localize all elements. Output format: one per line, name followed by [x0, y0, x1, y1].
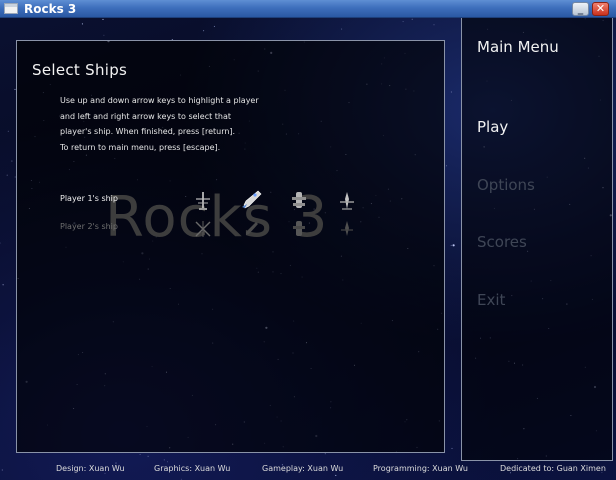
window-app-icon	[4, 3, 18, 14]
star	[7, 130, 9, 132]
credit-dedication: Dedicated to: Guan Ximen	[500, 464, 606, 473]
star	[341, 28, 343, 30]
star	[213, 25, 215, 27]
instruction-line: and left and right arrow keys to select …	[60, 111, 232, 121]
player-2-ship-label[interactable]: Player 2's ship	[60, 222, 118, 231]
star	[450, 91, 452, 93]
game-screen: Select Ships Use up and down arrow keys …	[0, 18, 616, 480]
star	[411, 18, 413, 20]
instructions-text: Use up and down arrow keys to highlight …	[60, 93, 320, 155]
credit-graphics: Graphics: Xuan Wu	[154, 464, 231, 473]
close-button[interactable]: ✕	[592, 2, 609, 16]
panel-title: Select Ships	[32, 61, 128, 79]
ship-b-icon[interactable]	[240, 188, 262, 210]
star	[104, 472, 106, 474]
star	[11, 160, 13, 162]
star	[451, 447, 453, 449]
ship-a-icon[interactable]	[192, 218, 214, 240]
star	[1, 469, 3, 471]
star	[81, 23, 83, 25]
star	[103, 34, 105, 36]
ship-d-icon[interactable]	[336, 190, 358, 212]
ship-b-icon[interactable]	[240, 218, 262, 240]
star	[2, 284, 4, 286]
menu-item-play[interactable]: Play	[477, 118, 508, 136]
star	[0, 242, 1, 244]
menu-item-exit[interactable]: Exit	[477, 291, 505, 309]
main-menu-title: Main Menu	[477, 38, 559, 56]
menu-item-scores[interactable]: Scores	[477, 233, 527, 251]
star	[402, 21, 404, 23]
credit-gameplay: Gameplay: Xuan Wu	[262, 464, 344, 473]
star	[166, 461, 169, 463]
credit-programming: Programming: Xuan Wu	[373, 464, 468, 473]
star	[445, 165, 448, 167]
ship-a-icon[interactable]	[192, 190, 214, 212]
ship-c-icon[interactable]	[288, 218, 310, 240]
ship-c-icon[interactable]	[288, 190, 310, 212]
instruction-line: Use up and down arrow keys to highlight …	[60, 96, 259, 105]
star	[433, 24, 435, 26]
star	[335, 474, 337, 476]
star	[324, 453, 326, 455]
menu-item-options[interactable]: Options	[477, 176, 535, 194]
minimize-button[interactable]: _	[572, 2, 589, 16]
player-1-ship-label[interactable]: Player 1's ship	[60, 194, 118, 203]
main-menu-panel: Main Menu Play Options Scores Exit	[461, 18, 613, 461]
window-title: Rocks 3	[24, 2, 77, 16]
star	[452, 244, 455, 247]
star	[203, 30, 205, 32]
star	[102, 18, 104, 20]
star	[6, 174, 8, 176]
star	[450, 244, 452, 246]
window-title-bar[interactable]: Rocks 3 _ ✕	[0, 0, 616, 18]
instruction-line: To return to main menu, press [escape].	[60, 142, 221, 152]
credit-design: Design: Xuan Wu	[56, 464, 125, 473]
star	[163, 459, 165, 461]
star	[147, 455, 149, 457]
instruction-line: player's ship. When finished, press [ret…	[60, 127, 236, 136]
ship-d-icon[interactable]	[336, 218, 358, 240]
star	[139, 453, 141, 456]
